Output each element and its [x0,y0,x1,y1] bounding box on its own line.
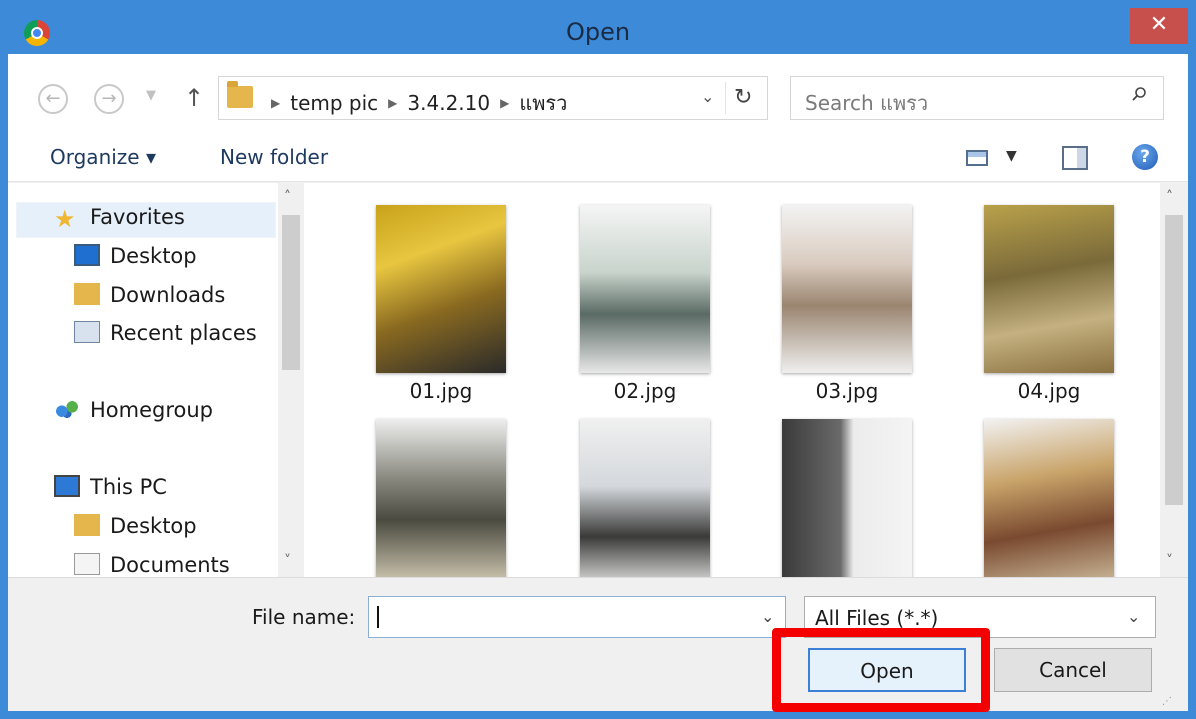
scrollbar-thumb[interactable] [1165,215,1183,505]
address-dropdown-chevron-icon[interactable]: ⌄ [701,87,714,106]
cancel-button[interactable]: Cancel [994,648,1152,692]
desktop-icon [74,244,100,266]
address-bar-area: ← → ▼ ↑ ▶ temp pic ▶ 3.4.2.10 ▶ แพรว ⌄ ↻ Sear… [8,54,1188,130]
navigation-pane: ★ Favorites Desktop Downloads Recent plac… [8,183,304,577]
file-list: 01.jpg 02.jpg 03.jpg 04.jpg [304,183,1160,577]
file-thumbnail[interactable] [984,419,1114,577]
divider [725,82,726,114]
folder-icon [227,81,253,108]
breadcrumb-item[interactable]: temp pic [290,91,378,115]
sidebar-item-label: Recent places [110,321,257,345]
change-view-icon[interactable] [966,150,988,166]
documents-icon [74,553,100,575]
file-thumbnail[interactable] [376,419,506,577]
dialog-footer: File name: ⌄ All Files (*.*) ⌄ Open Canc… [8,577,1188,711]
sidebar-item-label: Desktop [110,244,197,268]
sidebar-item-label: Favorites [90,205,185,229]
file-thumbnail[interactable] [580,205,710,373]
breadcrumb-item[interactable]: 3.4.2.10 [407,91,490,115]
file-thumbnail[interactable] [580,419,710,577]
homegroup-icon [54,398,80,420]
dialog-body: ← → ▼ ↑ ▶ temp pic ▶ 3.4.2.10 ▶ แพรว ⌄ ↻ Sear… [8,54,1188,711]
organize-button[interactable]: Organize ▾ [50,145,156,169]
preview-pane-icon[interactable] [1062,146,1088,170]
breadcrumb-separator-icon: ▶ [388,96,398,110]
this-pc-icon [54,475,80,497]
file-name[interactable]: 01.jpg [376,379,506,403]
breadcrumb-separator-icon: ▶ [271,96,281,110]
up-button[interactable]: ↑ [184,84,204,112]
text-caret [377,606,379,628]
search-box[interactable]: Search แพรว [790,76,1164,120]
address-field[interactable]: ▶ temp pic ▶ 3.4.2.10 ▶ แพรว ⌄ ↻ [218,76,768,120]
sidebar-item-label: Desktop [110,514,197,538]
breadcrumb: ▶ temp pic ▶ 3.4.2.10 ▶ แพรว [261,87,567,119]
sidebar-item-label: Downloads [110,283,226,307]
new-folder-button[interactable]: New folder [220,145,328,169]
desktop-icon [74,514,100,536]
file-list-scrollbar[interactable]: ˄ ˅ [1160,183,1188,577]
file-type-chevron-icon[interactable]: ⌄ [1127,607,1140,626]
sidebar-item-label: Homegroup [90,398,214,422]
file-thumbnail[interactable] [782,205,912,373]
open-dialog: Open ✕ ← → ▼ ↑ ▶ temp pic ▶ 3.4.2.10 ▶ แพรว ⌄… [0,0,1196,719]
forward-button[interactable]: → [94,84,124,114]
sidebar-item-downloads[interactable]: Downloads [74,283,225,319]
breadcrumb-separator-icon: ▶ [500,96,510,110]
help-icon[interactable]: ? [1132,144,1158,170]
search-input[interactable]: Search แพรว [805,87,928,119]
sidebar-item-label: This PC [90,475,167,499]
sidebar-item-recent-places[interactable]: Recent places [74,321,257,357]
dialog-title: Open [565,18,631,46]
recent-locations-chevron-icon[interactable]: ▼ [146,88,156,103]
resize-grip-icon[interactable]: ⋰ [1162,696,1172,707]
sidebar-item-this-pc[interactable]: This PC [54,475,167,511]
file-name-field[interactable]: ⌄ [368,596,786,638]
scroll-up-icon[interactable]: ˄ [1166,189,1173,205]
file-thumbnail[interactable] [782,419,912,577]
file-name[interactable]: 04.jpg [984,379,1114,403]
scroll-down-icon[interactable]: ˅ [284,553,291,569]
scrollbar-thumb[interactable] [282,215,300,370]
file-thumbnail[interactable] [984,205,1114,373]
file-name-label: File name: [252,605,356,629]
file-name[interactable]: 03.jpg [782,379,912,403]
command-bar: Organize ▾ New folder ▼ ? [8,130,1188,182]
sidebar-item-homegroup[interactable]: Homegroup [54,398,213,434]
back-button[interactable]: ← [38,84,68,114]
file-name[interactable]: 02.jpg [580,379,710,403]
red-highlight-box [772,628,990,712]
recent-places-icon [74,321,100,343]
star-icon: ★ [54,205,76,233]
scroll-up-icon[interactable]: ˄ [284,189,291,205]
scroll-down-icon[interactable]: ˅ [1166,553,1173,569]
search-icon[interactable] [1131,86,1147,102]
sidebar-item-documents[interactable]: Documents [74,553,230,577]
navigation-scrollbar[interactable]: ˄ ˅ [278,183,304,577]
sidebar-item-label: Documents [110,553,230,577]
close-button[interactable]: ✕ [1130,8,1188,44]
sidebar-item-desktop[interactable]: Desktop [74,514,197,550]
sidebar-item-desktop[interactable]: Desktop [74,244,197,280]
file-type-value: All Files (*.*) [815,606,939,630]
downloads-icon [74,283,100,305]
sidebar-item-favorites[interactable]: ★ Favorites [54,205,185,241]
refresh-icon[interactable]: ↻ [734,85,752,110]
breadcrumb-item[interactable]: แพรว [519,91,567,115]
file-name-chevron-icon[interactable]: ⌄ [761,607,774,626]
view-options-chevron-icon[interactable]: ▼ [1006,148,1017,164]
file-thumbnail[interactable] [376,205,506,373]
